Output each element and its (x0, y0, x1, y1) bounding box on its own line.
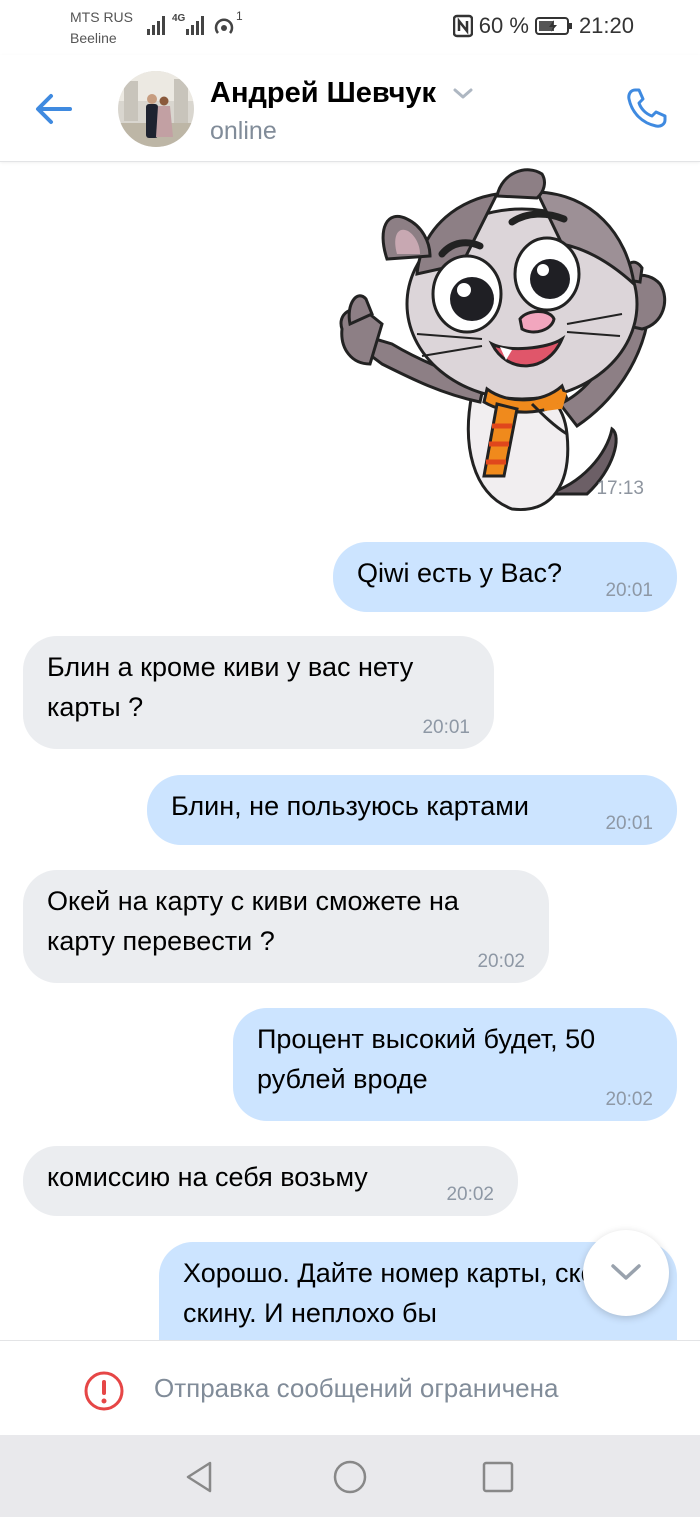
message-time: 20:01 (422, 717, 470, 738)
hotspot-count: 1 (236, 9, 243, 23)
status-right-group: 60 % 21:20 (452, 13, 634, 39)
message-bubble-outgoing[interactable]: Блин, не пользуюсь картами 20:01 (147, 775, 677, 845)
system-nav-bar (0, 1435, 700, 1517)
message-text: комиссию на себя возьму (47, 1162, 368, 1192)
message-time: 20:01 (605, 580, 653, 601)
message-time: 20:02 (446, 1184, 494, 1205)
message-text: Qiwi есть у Вас? (357, 558, 562, 588)
contact-name[interactable]: Андрей Шевчук (210, 77, 436, 110)
message-bubble-incoming[interactable]: Окей на карту с киви сможете на карту пе… (23, 870, 549, 983)
cat-sticker-image (339, 168, 667, 512)
message-bubble-incoming[interactable]: комиссию на себя возьму 20:02 (23, 1146, 518, 1216)
message-time: 20:01 (605, 813, 653, 834)
chevron-down-icon (611, 1264, 641, 1280)
triangle-back-icon[interactable] (180, 1457, 220, 1497)
nfc-icon (452, 14, 473, 38)
message-bubble-outgoing[interactable]: Процент высокий будет, 50 рублей вроде 2… (233, 1008, 677, 1121)
message-bubble-incoming[interactable]: Блин а кроме киви у вас нету карты ? 20:… (23, 636, 494, 749)
hotspot-icon (214, 18, 234, 34)
message-text: Блин, не пользуюсь картами (171, 791, 529, 821)
carrier-primary: MTS RUS (70, 9, 133, 25)
message-text: Блин а кроме киви у вас нету карты ? (47, 652, 414, 722)
message-time: 20:02 (477, 951, 525, 972)
message-restricted-bar: Отправка сообщений ограничена (0, 1340, 700, 1436)
square-recents-icon[interactable] (478, 1457, 518, 1497)
chat-header: Андрей Шевчук online (0, 55, 700, 162)
message-text: Процент высокий будет, 50 рублей вроде (257, 1024, 596, 1094)
status-bar: MTS RUS Beeline 4G 1 60 % 21:20 (0, 0, 700, 55)
scroll-to-bottom-button[interactable] (583, 1230, 669, 1316)
exclamation-circle-icon (84, 1371, 124, 1411)
message-time: 17:13 (596, 478, 644, 499)
avatar[interactable] (118, 71, 194, 147)
signal-icon-secondary (186, 16, 204, 35)
circle-home-icon[interactable] (330, 1457, 370, 1497)
carrier-secondary: Beeline (70, 30, 117, 46)
message-text: Окей на карту с киви сможете на карту пе… (47, 886, 459, 956)
back-button[interactable] (30, 85, 78, 133)
message-time: 20:02 (605, 1089, 653, 1110)
battery-charging-icon (534, 17, 572, 35)
phone-icon (627, 88, 667, 128)
restricted-text: Отправка сообщений ограничена (154, 1373, 559, 1403)
battery-percent: 60 % (478, 13, 529, 38)
message-text: Хорошо. Дайте номер карты, скоро скину. … (183, 1258, 626, 1328)
avatar-photo (118, 71, 194, 147)
signal-icon (147, 16, 165, 35)
arrow-left-icon (36, 94, 72, 124)
call-button[interactable] (622, 83, 672, 133)
sticker-message[interactable]: 17:13 (322, 164, 678, 514)
message-bubble-outgoing[interactable]: Qiwi есть у Вас? 20:01 (333, 542, 677, 612)
clock: 21:20 (578, 13, 634, 38)
contact-status: online (210, 117, 277, 145)
chevron-down-icon[interactable] (452, 87, 474, 101)
